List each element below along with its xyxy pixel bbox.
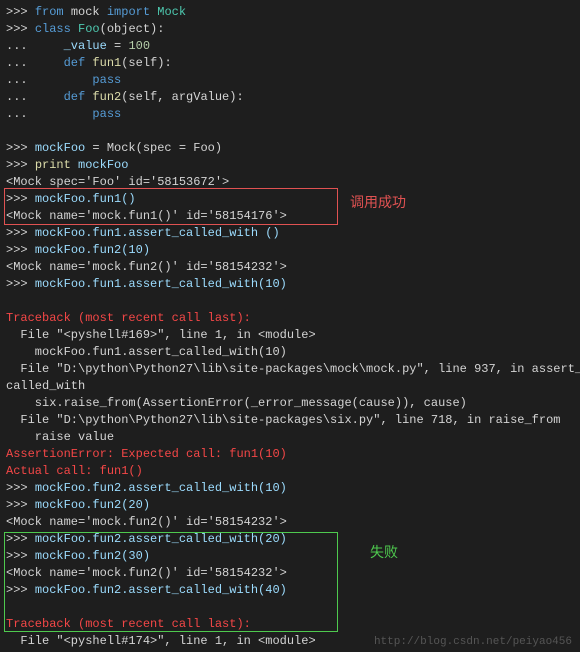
terminal-line: AssertionError: Expected call: fun1(10) [6, 446, 574, 463]
terminal-line: ... _value = 100 [6, 38, 574, 55]
terminal-line: mockFoo.fun1.assert_called_with(10) [6, 344, 574, 361]
terminal-line: Traceback (most recent call last): [6, 310, 574, 327]
terminal-line: >>> print mockFoo [6, 157, 574, 174]
terminal-line: ... def fun2(self, argValue): [6, 89, 574, 106]
fail-label: 失败 [370, 542, 398, 562]
terminal-line: ... pass [6, 72, 574, 89]
terminal-line: ... pass [6, 106, 574, 123]
terminal-line: >>> from mock import Mock [6, 4, 574, 21]
terminal-line: >>> mockFoo.fun1.assert_called_with(10) [6, 276, 574, 293]
terminal-line: six.raise_from(AssertionError(_error_mes… [6, 395, 574, 412]
terminal-line: called_with [6, 378, 574, 395]
red-highlight-box [4, 188, 338, 225]
terminal-line: >>> mockFoo.fun2(10) [6, 242, 574, 259]
terminal-line: Actual call: fun1() [6, 463, 574, 480]
terminal-line [6, 123, 574, 140]
terminal-line: <Mock name='mock.fun2()' id='58154232'> [6, 514, 574, 531]
watermark: http://blog.csdn.net/peiyao456 [374, 636, 572, 648]
terminal-line: >>> mockFoo.fun2.assert_called_with(10) [6, 480, 574, 497]
terminal-line: File "<pyshell#169>", line 1, in <module… [6, 327, 574, 344]
terminal-line: <Mock name='mock.fun2()' id='58154232'> [6, 259, 574, 276]
terminal-window: >>> from mock import Mock>>> class Foo(o… [0, 0, 580, 652]
terminal-line: >>> mockFoo.fun2(20) [6, 497, 574, 514]
terminal-line: ... def fun1(self): [6, 55, 574, 72]
terminal-line: File "D:\python\Python27\lib\site-packag… [6, 412, 574, 429]
terminal-line: File "D:\python\Python27\lib\site-packag… [6, 361, 574, 378]
success-label: 调用成功 [350, 192, 406, 212]
terminal-line: >>> mockFoo.fun1.assert_called_with () [6, 225, 574, 242]
green-highlight-box [4, 532, 338, 632]
terminal-line [6, 293, 574, 310]
terminal-line: >>> class Foo(object): [6, 21, 574, 38]
terminal-line: raise value [6, 429, 574, 446]
terminal-line: >>> mockFoo = Mock(spec = Foo) [6, 140, 574, 157]
